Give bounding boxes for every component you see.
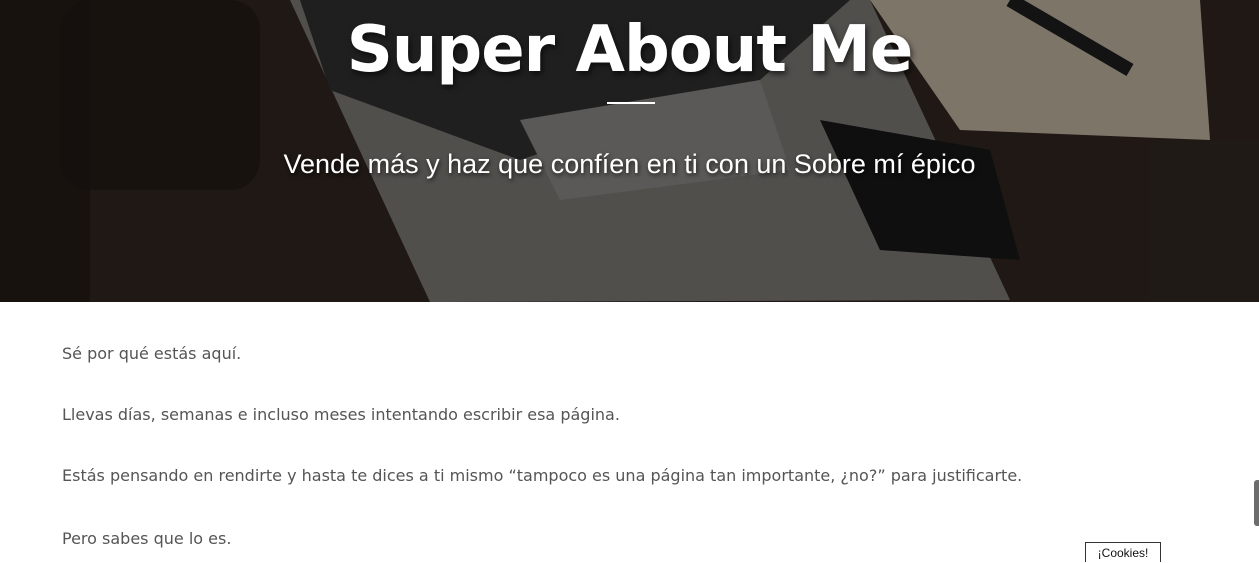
- page-subtitle: Vende más y haz que confíen en ti con un…: [283, 149, 976, 179]
- hero-banner: Super About Me Vende más y haz que confí…: [0, 0, 1259, 302]
- side-scroll-tab[interactable]: [1254, 480, 1259, 526]
- page-title: Super About Me: [346, 13, 914, 87]
- paragraph: Estás pensando en rendirte y hasta te di…: [62, 466, 1023, 485]
- paragraph: Pero sabes que lo es.: [62, 529, 232, 548]
- title-divider: [607, 102, 655, 104]
- paragraph: Llevas días, semanas e incluso meses int…: [62, 405, 620, 424]
- cookies-button[interactable]: ¡Cookies!: [1085, 542, 1161, 562]
- paragraph: Sé por qué estás aquí.: [62, 344, 242, 363]
